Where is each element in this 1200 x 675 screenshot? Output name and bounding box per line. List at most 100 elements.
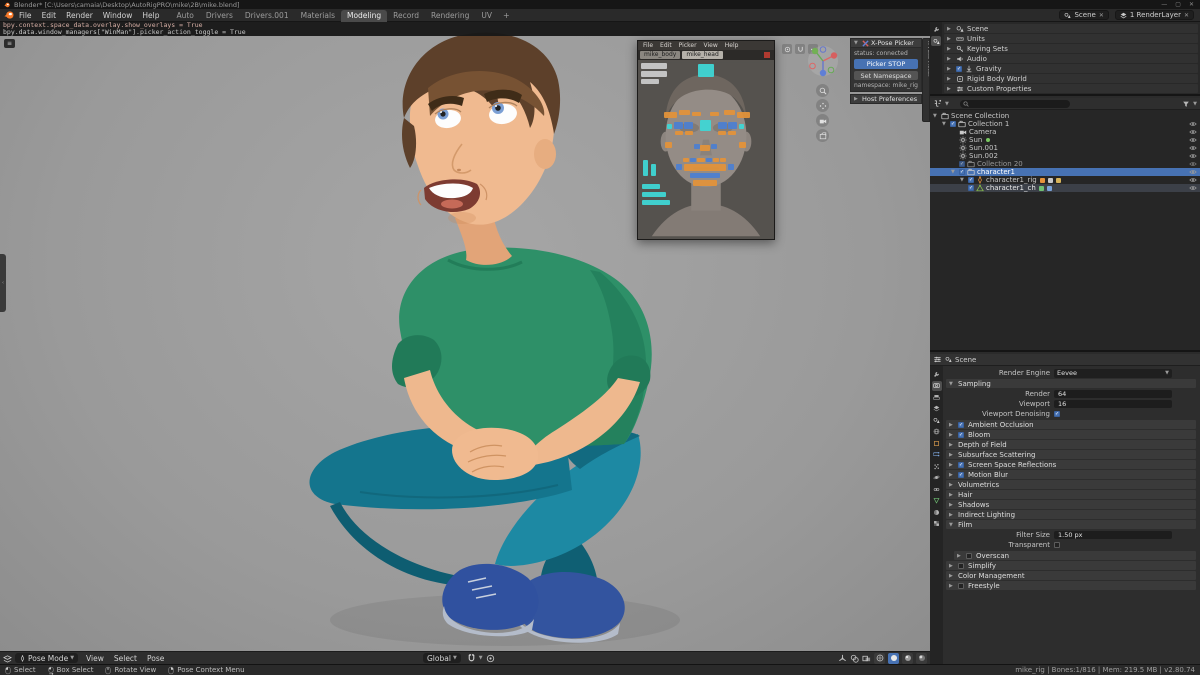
picker-button[interactable] — [724, 110, 735, 115]
eye-icon[interactable] — [1189, 144, 1197, 152]
viewport-menu-view[interactable]: View — [81, 654, 109, 663]
picker-button[interactable] — [642, 200, 670, 205]
scene-tab-icon[interactable] — [932, 415, 942, 425]
scene-panel-keying-sets[interactable]: ▶Keying Sets — [944, 44, 1198, 53]
camera-view-icon[interactable] — [816, 114, 829, 127]
picker-button[interactable] — [739, 124, 744, 129]
checkbox[interactable] — [958, 583, 964, 589]
scene-panel-audio[interactable]: ▶Audio — [944, 54, 1198, 63]
panel-volumetrics[interactable]: ▶Volumetrics — [946, 480, 1196, 489]
transparent-checkbox[interactable] — [1054, 542, 1060, 548]
proportional-edit-icon[interactable] — [486, 654, 495, 663]
object-tab-icon[interactable] — [932, 438, 942, 448]
texture-tab-icon[interactable] — [932, 519, 942, 529]
expand-arrow[interactable]: ▼ — [951, 169, 957, 175]
expand-arrow[interactable]: ▼ — [960, 177, 966, 183]
picker-button[interactable] — [664, 112, 677, 118]
picker-button[interactable] — [710, 112, 719, 116]
overlays-toggle-icon[interactable] — [850, 654, 859, 663]
expand-arrow[interactable]: ▼ — [942, 121, 948, 127]
picker-button[interactable] — [690, 158, 696, 162]
picker-button[interactable] — [728, 122, 737, 129]
editor-type-icon[interactable] — [3, 654, 12, 663]
workspace-tab-record[interactable]: Record — [387, 10, 425, 22]
picker-button[interactable] — [643, 160, 648, 176]
outliner-search-input[interactable] — [960, 100, 1070, 108]
samples-viewport-field[interactable]: 16 — [1054, 400, 1172, 408]
scene-panel-gravity[interactable]: ▶✓Gravity — [944, 64, 1198, 73]
scene-panel-custom-properties[interactable]: ▶Custom Properties — [944, 84, 1198, 93]
picker-button[interactable] — [728, 131, 736, 135]
picker-button[interactable] — [711, 144, 717, 149]
scene-unlink-icon[interactable]: ✕ — [1099, 12, 1104, 19]
tool-tab-icon[interactable] — [932, 369, 942, 379]
outliner-row[interactable]: ▼✓character1_rig — [930, 176, 1200, 184]
picker-button[interactable] — [737, 112, 750, 118]
eye-icon[interactable] — [1189, 184, 1197, 192]
outliner-row[interactable]: ▼✓character1 — [930, 168, 1200, 176]
scene-panel-units[interactable]: ▶Units — [944, 34, 1198, 43]
picker-button[interactable] — [641, 79, 659, 84]
viewport-menu-select[interactable]: Select — [109, 654, 142, 663]
object-data-tab-icon[interactable] — [932, 496, 942, 506]
rendered-shading-icon[interactable] — [916, 653, 927, 664]
menu-edit[interactable]: Edit — [37, 11, 62, 20]
panel-freestyle[interactable]: ▶Freestyle — [946, 581, 1196, 590]
view-layer-tab-icon[interactable] — [932, 404, 942, 414]
render-tab-icon[interactable] — [932, 381, 942, 391]
panel-bloom[interactable]: ▶✓Bloom — [946, 430, 1196, 439]
menu-render[interactable]: Render — [61, 11, 98, 20]
outliner-row[interactable]: ✓character1_ch — [930, 184, 1200, 192]
mode-selector[interactable]: Pose Mode ▼ — [15, 653, 78, 663]
panel-film[interactable]: ▼Film — [946, 520, 1196, 529]
eye-icon[interactable] — [1189, 120, 1197, 128]
eye-icon[interactable] — [1189, 128, 1197, 136]
menu-help[interactable]: Help — [137, 11, 164, 20]
picker-button[interactable] — [684, 122, 693, 129]
checkbox[interactable]: ✓ — [950, 121, 956, 127]
picker-button[interactable] — [679, 110, 690, 115]
picker-button[interactable] — [667, 124, 672, 129]
eye-icon[interactable] — [1189, 136, 1197, 144]
viewport-3d[interactable]: bpy.context.space_data.overlay.show_over… — [0, 22, 930, 651]
picker-tab-mike_body[interactable]: mike_body — [640, 51, 680, 59]
checkbox[interactable]: ✓ — [958, 432, 964, 438]
workspace-tab-auto[interactable]: Auto — [170, 10, 199, 22]
checkbox[interactable]: ✓ — [968, 185, 974, 191]
snap-icon[interactable] — [795, 44, 805, 54]
xpose-picker-window[interactable]: FileEditPickerViewHelp mike_bodymike_hea… — [637, 40, 775, 240]
character-mesh[interactable] — [0, 22, 930, 651]
panel-subsurface-scattering[interactable]: ▶Subsurface Scattering — [946, 450, 1196, 459]
material-shading-icon[interactable] — [902, 653, 913, 664]
eye-icon[interactable] — [1189, 152, 1197, 160]
face-picker-canvas[interactable] — [638, 60, 774, 239]
picker-button[interactable] — [697, 158, 705, 162]
render-engine-select[interactable]: Eevee▼ — [1054, 369, 1172, 378]
picker-button[interactable] — [728, 164, 734, 170]
outliner-row[interactable]: Sun.001 — [930, 144, 1200, 152]
editor-menu-icon[interactable]: ▼ — [945, 101, 949, 107]
scene-panel-rigid-body-world[interactable]: ▶Rigid Body World — [944, 74, 1198, 83]
world-tab-icon[interactable] — [932, 427, 942, 437]
physics-tab-icon[interactable] — [932, 473, 942, 483]
picker-button[interactable] — [698, 64, 714, 77]
xpose-panel-header[interactable]: ▼ X-Pose Picker — [850, 38, 922, 48]
workspace-tab-uv[interactable]: UV — [475, 10, 498, 22]
panel-simplify[interactable]: ▶Simplify — [946, 561, 1196, 570]
outliner-row[interactable]: ▼✓Collection 1 — [930, 120, 1200, 128]
minimize-button[interactable]: — — [1161, 1, 1167, 8]
xray-toggle-icon[interactable] — [862, 654, 871, 663]
close-button[interactable]: ✕ — [1189, 1, 1194, 8]
menu-file[interactable]: File — [14, 11, 37, 20]
panel-screen-space-reflections[interactable]: ▶✓Screen Space Reflections — [946, 460, 1196, 469]
picker-button[interactable] — [675, 131, 683, 135]
hamburger-menu-icon[interactable]: ≡ — [4, 39, 15, 48]
add-workspace-button[interactable]: + — [498, 11, 515, 20]
toolbar-collapsed-tab[interactable]: ‹ — [0, 254, 6, 312]
picker-button[interactable] — [690, 173, 720, 178]
scene-selector[interactable]: Scene ✕ — [1059, 10, 1108, 20]
checkbox[interactable]: ✓ — [956, 66, 962, 72]
checkbox[interactable]: ✓ — [959, 161, 965, 167]
picker-button[interactable] — [683, 158, 689, 162]
particles-tab-icon[interactable] — [932, 461, 942, 471]
